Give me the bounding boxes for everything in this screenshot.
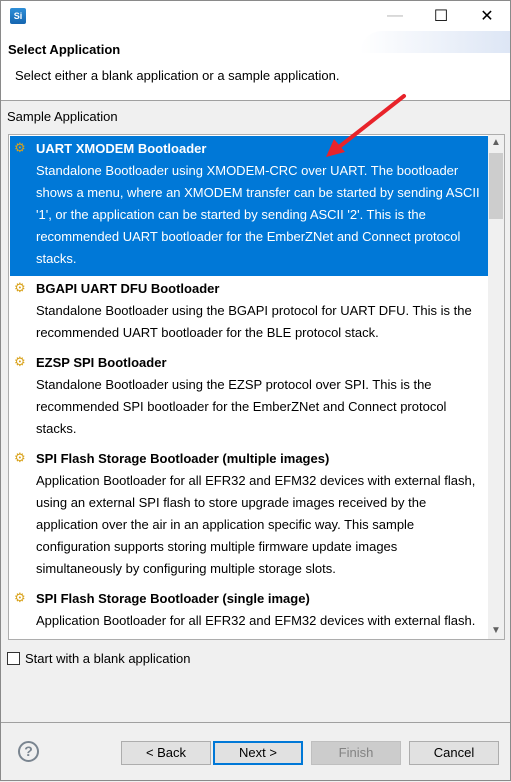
annotation-arrow <box>326 94 406 157</box>
